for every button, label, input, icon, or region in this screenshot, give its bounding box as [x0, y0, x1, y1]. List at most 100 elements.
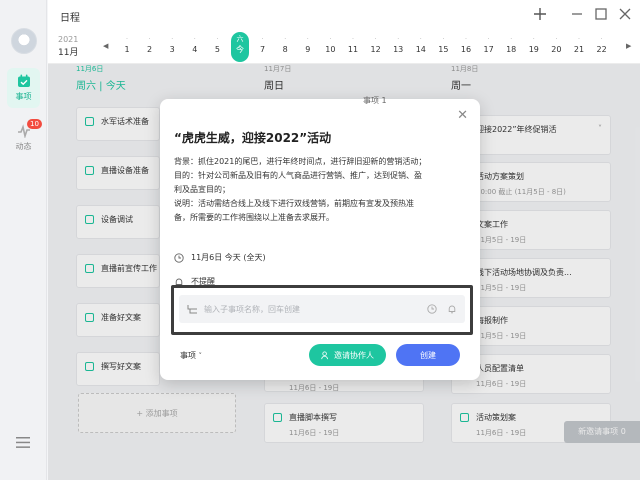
day-item[interactable]: · 17 [480, 34, 498, 56]
add-icon[interactable] [532, 6, 548, 22]
day-item[interactable]: · 18 [502, 34, 520, 56]
prev-arrow-icon[interactable]: ◀ [103, 42, 108, 50]
notification-badge: 10 [27, 119, 42, 129]
modal-title: “虎虎生威，迎接2022”活动 [174, 131, 332, 145]
day-number: 20 [551, 45, 562, 54]
day-item[interactable]: · 12 [367, 34, 385, 56]
day-item[interactable]: · 1 [118, 34, 136, 56]
date-text: 11月6日 今天 (全天) [191, 253, 266, 262]
task-detail-modal: 事项 1 ✕ “虎虎生威，迎接2022”活动 背景：抓住2021的尾巴，进行年终… [160, 96, 480, 380]
day-item[interactable]: · 20 [547, 34, 565, 56]
menu-icon[interactable] [16, 437, 30, 448]
day-weekday: · [419, 35, 422, 43]
day-item[interactable]: · 14 [412, 34, 430, 56]
day-number: 2 [147, 45, 153, 54]
day-item[interactable]: · 2 [141, 34, 159, 56]
day-weekday: · [464, 35, 468, 43]
reminder-bell-icon[interactable] [447, 304, 457, 314]
day-item[interactable]: · 9 [299, 34, 317, 56]
column-count-label: 事项 1 [363, 96, 387, 105]
day-item[interactable]: · 8 [276, 34, 294, 56]
day-weekday: · [374, 35, 377, 43]
day-weekday: · [306, 35, 309, 43]
description-line: 说明：活动需结合线上及线下进行双线营销，前期应有宣发及预热准 [174, 199, 414, 208]
day-item[interactable]: · 21 [570, 34, 588, 56]
day-weekday: · [171, 35, 174, 43]
day-number: 22 [596, 45, 607, 54]
day-weekday: · [555, 35, 558, 43]
day-number: 17 [483, 45, 494, 54]
avatar[interactable] [11, 28, 37, 54]
day-weekday: · [532, 35, 535, 43]
minimize-icon[interactable] [569, 6, 585, 22]
day-weekday: · [487, 35, 490, 43]
day-number: 14 [415, 45, 426, 54]
sidebar-item-tasks[interactable]: 事项 [7, 68, 40, 108]
subtask-section [171, 285, 473, 335]
day-number: 7 [260, 45, 266, 54]
day-weekday: · [261, 35, 264, 43]
task-description[interactable]: 背景：抓住2021的尾巴，进行年终时间点，进行辞旧迎新的营销活动； 目的：针对公… [174, 155, 470, 225]
month-label: 11月 [58, 48, 79, 58]
description-line: 背景：抓住2021的尾巴，进行年终时间点，进行辞旧迎新的营销活动； [174, 157, 427, 166]
create-button[interactable]: 创建 [396, 344, 460, 366]
day-weekday: · [329, 35, 332, 43]
day-weekday: · [442, 35, 445, 43]
day-item[interactable]: · 16 [457, 34, 475, 56]
maximize-icon[interactable] [593, 6, 609, 22]
sidebar-item-activity[interactable]: 10 动态 [7, 118, 42, 158]
day-weekday: · [193, 35, 196, 43]
description-line: 目的：针对公司新品及旧有的人气商品进行营销、推广，达到促销、盈 [174, 171, 422, 180]
sidebar: 事项 10 动态 [0, 0, 47, 480]
day-weekday: · [284, 35, 287, 43]
subtask-icon [187, 305, 197, 314]
day-item[interactable]: · 7 [254, 34, 272, 56]
app-title: 日程 [60, 13, 80, 24]
day-item[interactable]: · 13 [389, 34, 407, 56]
day-number: 16 [460, 45, 472, 54]
subtask-input[interactable] [204, 295, 404, 323]
day-item[interactable]: · 5 [208, 34, 226, 56]
type-label: 事项 [180, 351, 196, 360]
day-item[interactable]: · 4 [186, 34, 204, 56]
day-number: 15 [438, 45, 449, 54]
day-item[interactable]: · 19 [525, 34, 543, 56]
day-number: 1 [124, 45, 130, 54]
next-arrow-icon[interactable]: ▶ [626, 42, 631, 50]
day-weekday: · [577, 35, 581, 43]
description-line: 利及品宣目的； [174, 185, 230, 194]
day-number: 今 [236, 45, 244, 54]
modal-close-icon[interactable]: ✕ [457, 108, 468, 123]
day-weekday: · [510, 35, 513, 43]
date-row[interactable]: 11月6日 今天 (全天) [174, 252, 266, 263]
day-weekday: · [216, 35, 219, 43]
day-item[interactable]: · 10 [321, 34, 339, 56]
day-number: 9 [305, 45, 311, 54]
sidebar-item-label: 动态 [15, 142, 32, 151]
day-number: 18 [506, 45, 517, 54]
clock-icon [174, 252, 184, 263]
day-today[interactable]: 六今 [231, 32, 249, 62]
subtask-input-wrapper [179, 295, 465, 323]
day-item[interactable]: · 22 [593, 34, 611, 56]
day-weekday: · [397, 35, 400, 43]
sidebar-item-label: 事项 [15, 92, 32, 101]
year-month: 2021 11月 [58, 35, 88, 58]
close-icon[interactable] [617, 6, 633, 22]
day-item[interactable]: · 11 [344, 34, 362, 56]
day-weekday: 六 [236, 35, 244, 43]
day-number: 4 [192, 45, 198, 54]
day-item[interactable]: · 3 [163, 34, 181, 56]
day-weekday: · [148, 35, 151, 43]
day-item[interactable]: · 15 [434, 34, 452, 56]
day-number: 21 [573, 45, 585, 54]
day-weekday: · [600, 35, 603, 43]
type-selector[interactable]: 事项 ˅ [180, 350, 202, 361]
user-add-icon [321, 350, 328, 359]
invite-collaborator-button[interactable]: 邀请协作人 [309, 344, 386, 366]
day-number: 19 [528, 45, 539, 54]
day-number: 5 [214, 45, 220, 54]
day-number: 13 [393, 45, 404, 54]
due-time-icon[interactable] [427, 304, 437, 314]
day-weekday: · [351, 35, 355, 43]
